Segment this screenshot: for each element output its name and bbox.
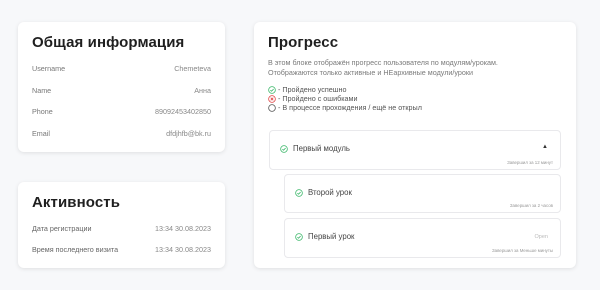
general-info-card: Общая информация Username Chemeteva Name… xyxy=(18,22,225,152)
email-label: Email xyxy=(32,128,50,138)
phone-row: Phone 89092453402850 xyxy=(32,101,211,123)
activity-title: Активность xyxy=(32,194,121,211)
module-completion-note: Завершил за 12 минут xyxy=(507,160,553,165)
general-info-title: Общая информация xyxy=(32,34,185,51)
registration-date-value: 13:34 30.08.2023 xyxy=(155,224,211,233)
module-item[interactable]: Первый модуль ▲ Завершил за 12 минут xyxy=(269,130,561,170)
phone-value: 89092453402850 xyxy=(155,107,211,117)
lesson-title-label: Первый урок xyxy=(308,232,355,241)
name-value: Анна xyxy=(194,85,211,95)
empty-circle-icon xyxy=(268,103,276,112)
progress-description-line-2: Отображаются только активные и НЕархивны… xyxy=(268,67,474,77)
legend-errors: - Пройдено с ошибками xyxy=(268,94,562,103)
username-row: Username Chemeteva xyxy=(32,58,211,80)
error-circle-icon xyxy=(268,94,276,103)
name-label: Name xyxy=(32,85,52,95)
last-visit-value: 13:34 30.08.2023 xyxy=(155,245,211,254)
registration-date-row: Дата регистрации 13:34 30.08.2023 xyxy=(32,218,211,239)
last-visit-label: Время последнего визита xyxy=(32,245,119,254)
lesson-open-link[interactable]: Open xyxy=(535,234,548,240)
lesson-title: Первый урок xyxy=(295,232,354,241)
username-label: Username xyxy=(32,64,66,74)
legend-errors-label: - Пройдено с ошибками xyxy=(278,94,358,103)
lesson-item[interactable]: Второй урок Завершил за 2 часов xyxy=(284,174,561,213)
legend-in-progress: - В процессе прохождения / ещё не открыл xyxy=(268,103,562,112)
phone-label: Phone xyxy=(32,107,53,117)
check-circle-icon xyxy=(295,232,303,241)
check-circle-icon xyxy=(280,144,288,153)
registration-date-label: Дата регистрации xyxy=(32,224,92,233)
username-value: Chemeteva xyxy=(174,64,211,74)
lesson-item[interactable]: Первый урок Open Завершил за Меньше мину… xyxy=(284,218,561,258)
module-title: Первый модуль xyxy=(280,144,350,153)
legend-success: - Пройдено успешно xyxy=(268,85,562,94)
lesson-title: Второй урок xyxy=(295,188,352,197)
lesson-completion-note: Завершил за Меньше минуты xyxy=(492,248,553,253)
progress-description: В этом блоке отображён прогресс пользова… xyxy=(268,58,562,77)
legend-in-progress-label: - В процессе прохождения / ещё не открыл xyxy=(278,103,422,112)
legend-success-label: - Пройдено успешно xyxy=(278,85,347,94)
email-row: Email dfdjhfb@bk.ru xyxy=(32,123,211,145)
lesson-completion-note: Завершил за 2 часов xyxy=(509,203,553,208)
lesson-title-label: Второй урок xyxy=(308,188,352,197)
module-title-label: Первый модуль xyxy=(293,144,350,153)
progress-description-line-1: В этом блоке отображён прогресс пользова… xyxy=(268,58,498,67)
last-visit-row: Время последнего визита 13:34 30.08.2023 xyxy=(32,239,211,260)
collapse-caret-icon[interactable]: ▲ xyxy=(542,144,548,150)
check-circle-icon xyxy=(295,188,303,197)
progress-title: Прогресс xyxy=(268,34,339,51)
activity-card: Активность Дата регистрации 13:34 30.08.… xyxy=(18,182,225,268)
check-circle-icon xyxy=(268,85,276,94)
name-row: Name Анна xyxy=(32,80,211,102)
email-value: dfdjhfb@bk.ru xyxy=(166,128,211,138)
